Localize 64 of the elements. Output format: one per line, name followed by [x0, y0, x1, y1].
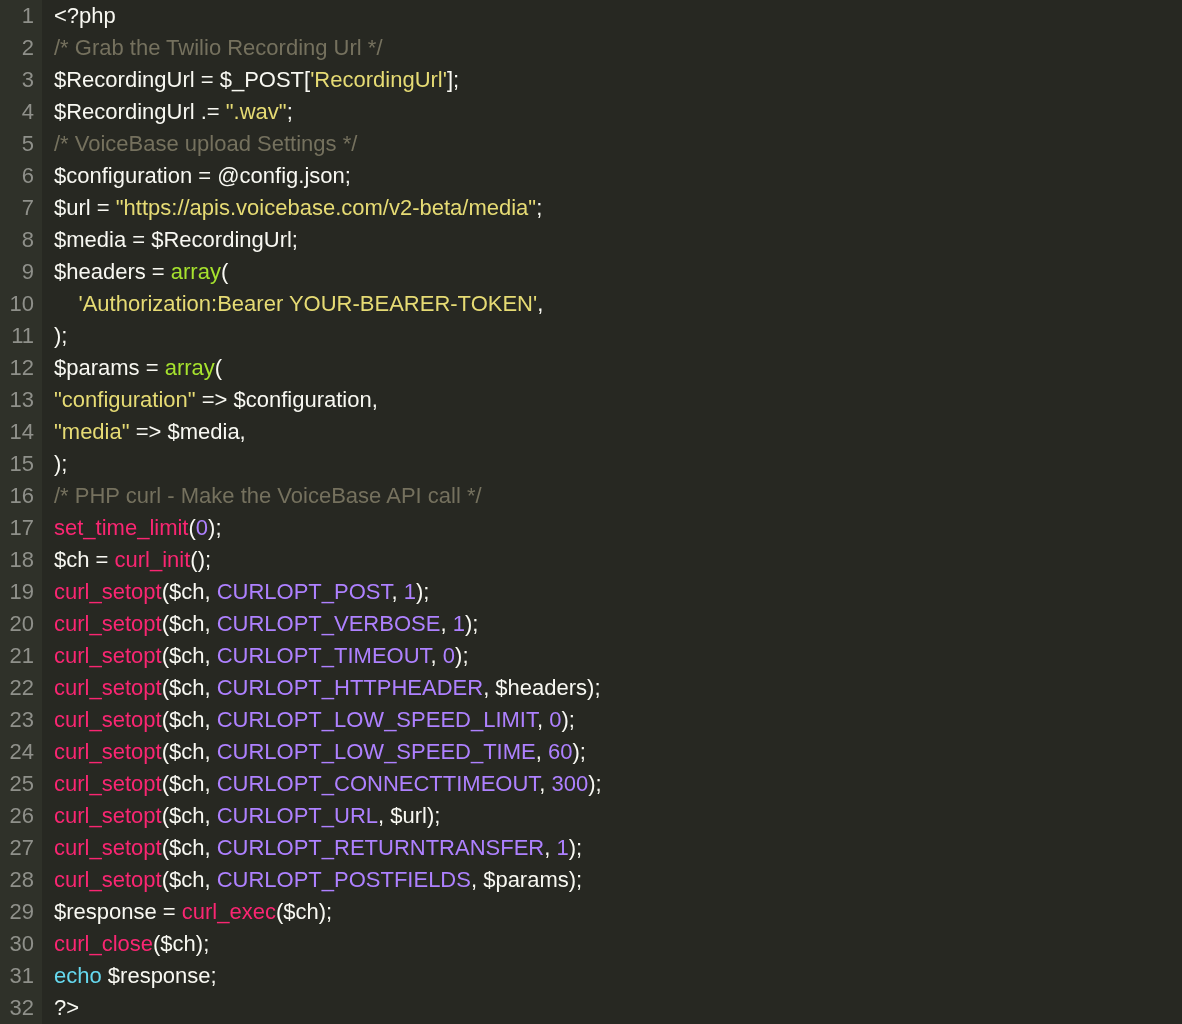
line-number: 9 [0, 256, 42, 288]
line-number: 8 [0, 224, 42, 256]
line-number: 1 [0, 0, 42, 32]
code-line: curl_setopt($ch, CURLOPT_HTTPHEADER, $headers); [53, 674, 601, 702]
line-number: 15 [0, 448, 42, 480]
code-line: curl_setopt($ch, CURLOPT_RETURNTRANSFER, 1); [53, 834, 583, 862]
line-number: 2 [0, 32, 42, 64]
line-number: 3 [0, 64, 42, 96]
code-line: ); [53, 450, 68, 478]
code-line: curl_setopt($ch, CURLOPT_POSTFIELDS, $params); [53, 866, 583, 894]
code-line: /* VoiceBase upload Settings */ [53, 130, 358, 158]
line-number: 14 [0, 416, 42, 448]
code-line: $ch = curl_init(); [53, 546, 212, 574]
code-line: $RecordingUrl .= ".wav"; [53, 98, 293, 126]
code-line: curl_close($ch); [53, 930, 210, 958]
line-number: 29 [0, 896, 42, 928]
code-line: curl_setopt($ch, CURLOPT_VERBOSE, 1); [53, 610, 479, 638]
code-line: $url = "https://apis.voicebase.com/v2-beta/media"; [53, 194, 543, 222]
line-number: 27 [0, 832, 42, 864]
line-number: 30 [0, 928, 42, 960]
line-number: 26 [0, 800, 42, 832]
line-number: 5 [0, 128, 42, 160]
line-number: 24 [0, 736, 42, 768]
line-number: 13 [0, 384, 42, 416]
code-line: curl_setopt($ch, CURLOPT_LOW_SPEED_LIMIT, 0); [53, 706, 575, 734]
line-number: 12 [0, 352, 42, 384]
code-line: $media = $RecordingUrl; [53, 226, 298, 254]
line-number: 7 [0, 192, 42, 224]
code-line: curl_setopt($ch, CURLOPT_CONNECTTIMEOUT, 300); [53, 770, 602, 798]
code-line: "media" => $media, [53, 418, 246, 446]
line-number: 22 [0, 672, 42, 704]
line-number: 6 [0, 160, 42, 192]
line-number: 25 [0, 768, 42, 800]
code-line: $configuration = @config.json; [53, 162, 351, 190]
code-line: $RecordingUrl = $_POST['RecordingUrl']; [53, 66, 460, 94]
line-number: 20 [0, 608, 42, 640]
line-number: 28 [0, 864, 42, 896]
code-line: echo $response; [53, 962, 217, 990]
line-number: 10 [0, 288, 42, 320]
code-line: set_time_limit(0); [53, 514, 222, 542]
line-number: 18 [0, 544, 42, 576]
code-line: 'Authorization:Bearer YOUR-BEARER-TOKEN', [77, 290, 544, 318]
line-number: 21 [0, 640, 42, 672]
code-line: $headers = array( [53, 258, 229, 286]
line-number: 17 [0, 512, 42, 544]
code-line: curl_setopt($ch, CURLOPT_URL, $url); [53, 802, 441, 830]
line-number: 23 [0, 704, 42, 736]
code-line: /* PHP curl - Make the VoiceBase API call */ [53, 482, 482, 510]
code-line: ?> [53, 994, 80, 1022]
line-number: 16 [0, 480, 42, 512]
code-line: <?php [53, 2, 116, 30]
code-line: $response = curl_exec($ch); [53, 898, 333, 926]
code-line: "configuration" => $configuration, [53, 386, 378, 414]
code-line: curl_setopt($ch, CURLOPT_LOW_SPEED_TIME, 60); [53, 738, 586, 766]
line-number: 31 [0, 960, 42, 992]
code-line: ); [53, 322, 68, 350]
line-number: 32 [0, 992, 42, 1024]
code-line: curl_setopt($ch, CURLOPT_POST, 1); [53, 578, 430, 606]
line-number: 11 [0, 320, 42, 352]
code-line: curl_setopt($ch, CURLOPT_TIMEOUT, 0); [53, 642, 469, 670]
code-line: $params = array( [53, 354, 223, 382]
line-number: 19 [0, 576, 42, 608]
code-line: /* Grab the Twilio Recording Url */ [53, 34, 383, 62]
line-number: 4 [0, 96, 42, 128]
